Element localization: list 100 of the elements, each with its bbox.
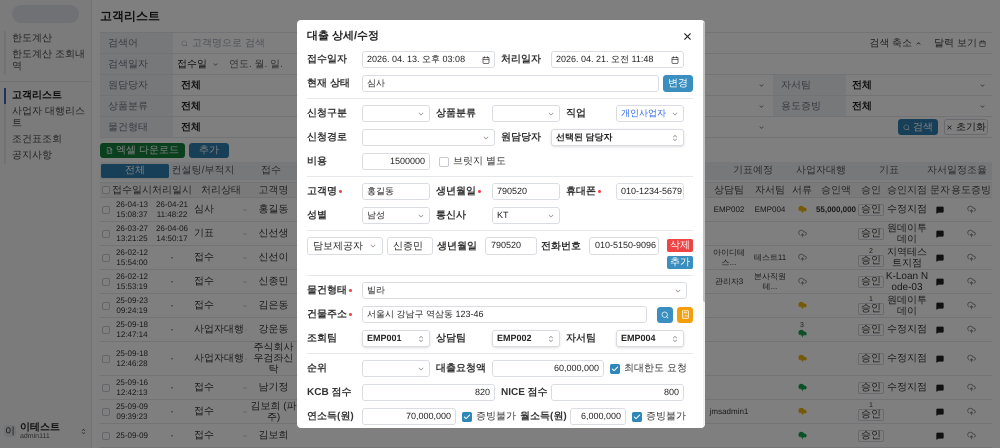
table-cell-text: 신선이 xyxy=(258,251,290,265)
table-cell-text: 26-04-13 15:08:37 xyxy=(114,198,150,220)
table-cell-text: 김보희 xyxy=(258,429,290,443)
filter-label: 상품분류 xyxy=(100,96,173,116)
checkbox-label: 최대한도 요청 xyxy=(624,362,687,376)
user-avatar: 이 xyxy=(4,425,16,437)
table-cell-text: 25-09-16 12:42:13 xyxy=(114,376,150,398)
field-label: 생년월일 xyxy=(436,184,492,199)
table-cell-text: 25-09-18 12:47:14 xyxy=(114,318,150,340)
field-label: 연소득(원) xyxy=(307,410,355,424)
filter-label: 검색어 xyxy=(100,33,173,53)
field-label: 성별 xyxy=(307,209,328,223)
field-label: NICE 점수 xyxy=(501,386,549,400)
table-cell-text: 25-09-09 xyxy=(114,430,150,442)
field-label: 비용 xyxy=(307,155,328,169)
table-cell-text: 25-09-18 12:46:28 xyxy=(114,348,150,370)
table-cell: 수정지점 xyxy=(887,382,927,393)
table-cell-text: 26-02-12 15:54:00 xyxy=(114,246,150,268)
column-header: 승인액 xyxy=(820,184,852,197)
table-cell-text: 주식회사우검좌신탁 xyxy=(252,342,294,375)
table-cell-text: 26-03-27 13:21:25 xyxy=(114,222,150,244)
field-label: 월소득(원) xyxy=(520,410,568,424)
column-header: 처리상태 xyxy=(200,184,242,197)
table-cell: EMP002 xyxy=(714,204,744,214)
field-label: 원담당자 xyxy=(501,131,542,145)
column-header: 문자 xyxy=(930,184,950,197)
field-label: 처리일자 xyxy=(501,53,542,67)
table-cell-text: - xyxy=(170,382,174,394)
column-header: 승인지점 xyxy=(886,184,928,197)
table-cell-text: 26-04-06 14:50:17 xyxy=(154,222,190,244)
table-cell-text: K-Loan Node-03 xyxy=(884,270,930,292)
table-cell: 55,000,000 xyxy=(816,204,856,216)
field-label: 물건형태 xyxy=(307,283,362,298)
table-cell-text: 강운동 xyxy=(258,323,290,337)
column-header: 고객명 xyxy=(258,184,290,197)
table-cell-text: 25-09-23 09:24:19 xyxy=(114,294,150,316)
field-label: 대출요청액 xyxy=(436,362,487,376)
field-label: 생년월일 xyxy=(437,240,478,254)
table-cell-text: - xyxy=(170,324,174,336)
user-name: 이테스트 xyxy=(20,422,61,432)
checkbox-label: 브릿지 별도 xyxy=(453,155,506,169)
column-header: 서류 xyxy=(791,184,813,197)
field-label: 전화번호 xyxy=(541,240,582,254)
modal-title: 대출 상세/수정 xyxy=(307,28,380,44)
table-cell-text: 신선생 xyxy=(258,227,290,241)
table-cell-text: 본사직원테... xyxy=(753,272,787,292)
table-cell-text: 지역테스트지점 xyxy=(886,246,928,268)
table-cell-text: 김은동 xyxy=(258,299,290,313)
checkbox-label: 증빙불가 xyxy=(646,410,686,424)
field-label: 통신사 xyxy=(436,209,467,223)
table-cell: 수정지점 xyxy=(887,204,927,215)
filter-label: 원담당자 xyxy=(100,75,173,95)
table-cell-text: 원데이투데이 xyxy=(886,222,928,244)
field-label: 휴대폰 xyxy=(566,184,616,199)
column-header: 상담팀 xyxy=(713,184,745,197)
table-cell: jmsadmin1 xyxy=(710,406,748,416)
table-cell-text: - xyxy=(170,276,174,288)
field-label: KCB 점수 xyxy=(307,386,352,400)
status-field: 심사 xyxy=(362,75,659,92)
column-header: 접수일시 xyxy=(112,184,152,197)
field-label: 순위 xyxy=(307,362,328,376)
table-cell-text: 25-09-09 09:39:23 xyxy=(114,400,150,422)
checkbox-label: 증빙불가 xyxy=(476,410,516,424)
filter-label: 물건형태 xyxy=(100,117,173,137)
field-label: 건물주소 xyxy=(307,307,362,322)
field-label: 상담팀 xyxy=(436,332,467,346)
table-cell-text: - xyxy=(170,406,174,418)
table-cell: EMP004 xyxy=(754,204,786,214)
filter-label: 검색일자 xyxy=(100,54,173,74)
field-label: 현재 상태 xyxy=(307,77,351,91)
field-label: 자서팀 xyxy=(566,332,597,346)
field-label: 상품분류 xyxy=(436,107,477,121)
field-label: 접수일자 xyxy=(307,53,348,67)
table-cell-text: 26-04-21 11:48:22 xyxy=(154,198,190,220)
table-cell: 수정지점 xyxy=(887,324,927,335)
field-label: 고객명 xyxy=(307,184,362,199)
column-header: 승인 xyxy=(860,184,882,197)
table-cell: 테스트11 xyxy=(754,252,786,262)
table-cell: 수정지점 xyxy=(887,353,927,364)
table-cell-text: 원데이투데이 xyxy=(886,294,928,316)
table-cell-text: 신종민 xyxy=(258,275,290,289)
field-label: 신청경로 xyxy=(307,131,348,145)
table-cell-text: - xyxy=(170,352,174,364)
table-cell-text: - xyxy=(170,300,174,312)
table-cell-text: - xyxy=(170,430,174,442)
filter-label: 자서팀 xyxy=(773,75,846,95)
column-header: 자서팀 xyxy=(754,184,786,197)
column-header: 처리일시 xyxy=(152,184,192,197)
table-cell-text: 남기정 xyxy=(258,381,290,395)
page-title: 고객리스트 xyxy=(100,8,160,25)
table-cell: 관리자3 xyxy=(714,276,744,286)
table-cell-text: 26-02-12 15:53:19 xyxy=(114,270,150,292)
table-cell: 김보희 (파주) xyxy=(250,400,297,423)
field-label: 조회팀 xyxy=(307,332,338,346)
column-header: 용도증빙 xyxy=(950,184,992,197)
table-cell-text: 아이디테스... xyxy=(712,248,746,268)
field-label: 직업 xyxy=(566,107,587,121)
filter-label: 용도증빙 xyxy=(773,96,846,116)
table-cell-text: 홍길동 xyxy=(258,203,290,217)
table-cell-text: - xyxy=(170,252,174,264)
